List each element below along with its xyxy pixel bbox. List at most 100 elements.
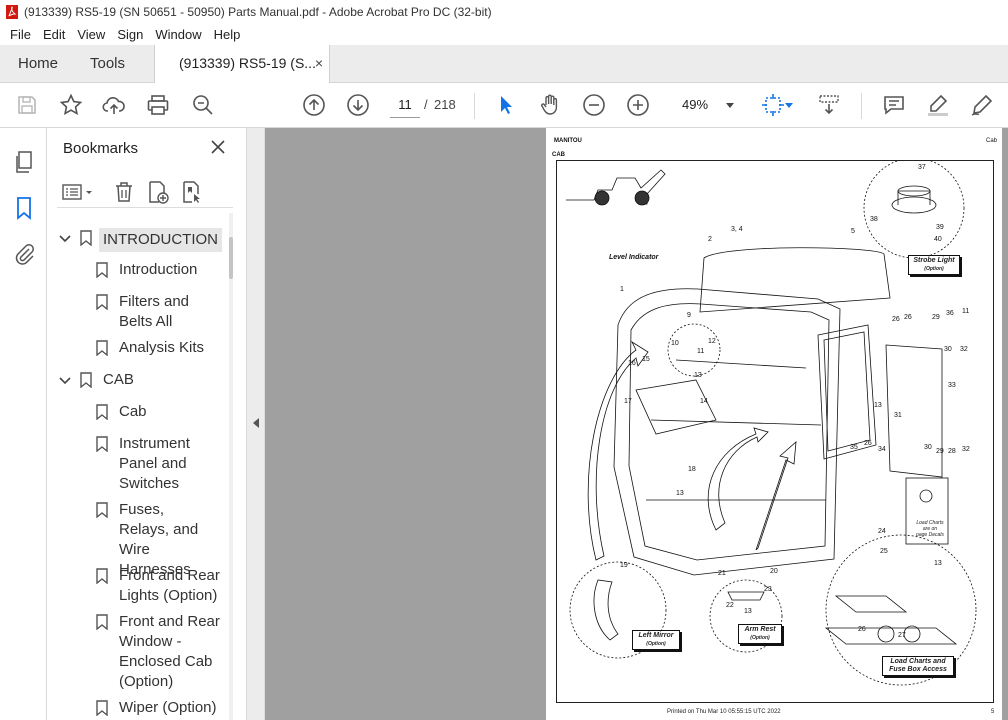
part-number: 28 [948,448,956,455]
part-number: 18 [688,466,696,473]
cab-parts-illustration [566,160,977,686]
collapse-panel-icon[interactable] [253,418,259,428]
zoom-search-icon[interactable] [190,92,216,118]
zoom-level-value: 49% [682,97,709,112]
bookmarks-scroll-thumb[interactable] [229,237,233,279]
page-thumbnails-icon[interactable] [12,150,36,174]
part-number: 26 [864,440,872,447]
upload-cloud-icon[interactable] [101,92,127,118]
menu-edit[interactable]: Edit [37,27,71,42]
part-number: 13 [934,560,942,567]
bookmark-item[interactable]: Front and Rear Window - Enclosed Cab (Op… [47,612,232,694]
menu-bar: File Edit View Sign Window Help [0,24,1008,45]
next-page-icon[interactable] [345,92,371,118]
menu-help[interactable]: Help [208,27,247,42]
bookmark-icon [96,340,108,356]
close-icon[interactable] [209,138,227,156]
highlight-pen-icon[interactable] [925,92,951,118]
bookmark-item[interactable]: Wiper (Option) [47,698,232,720]
strobe-option-label: (Option) [924,266,944,272]
part-number: 13 [744,608,752,615]
save-icon[interactable] [14,92,40,118]
bookmark-icon [80,372,92,388]
print-icon[interactable] [145,92,171,118]
bookmark-icon [96,294,108,310]
bookmark-icon [96,404,108,420]
page-section-right: Cab [986,138,998,144]
menu-window[interactable]: Window [149,27,207,42]
previous-page-icon[interactable] [301,92,327,118]
bookmark-label: Instrument Panel and Switches [119,435,190,492]
bookmarks-panel: Bookmarks INTRODUCTION Introduction Filt… [47,128,246,720]
chevron-down-icon[interactable] [59,233,71,245]
part-number: 29 [936,448,944,455]
panel-title: Bookmarks [63,140,139,157]
chevron-down-icon [726,103,734,108]
part-number: 26 [858,626,866,633]
zoom-out-icon[interactable] [581,92,607,118]
part-number: 31 [894,412,902,419]
bookmark-item[interactable]: Filters and Belts All [47,292,232,334]
delete-bookmark-icon[interactable] [112,180,136,204]
bookmarks-panel-icon[interactable] [12,196,36,220]
tab-home[interactable]: Home [18,45,58,83]
star-icon[interactable] [58,92,84,118]
page-brand: MANITOU [554,138,582,144]
part-number: 19 [620,562,628,569]
scroll-mode-icon[interactable] [816,92,842,118]
bookmark-label: Introduction [119,261,198,278]
pdf-page[interactable]: MANITOU CAB Cab Level Indicator Strobe L… [546,128,1002,720]
close-tab-icon[interactable]: × [315,45,323,82]
panel-splitter[interactable] [246,128,265,720]
select-pointer-icon[interactable] [493,92,519,118]
fit-options-caret-icon[interactable] [783,92,795,118]
bookmark-label: CAB [103,371,134,388]
part-number: 24 [878,528,886,535]
zoom-in-icon[interactable] [625,92,651,118]
bookmark-from-selection-icon[interactable] [180,180,204,204]
bookmarks-scrollbar[interactable] [229,213,233,720]
part-number: 17 [624,398,632,405]
comment-icon[interactable] [881,92,907,118]
tab-bar: Home Tools (913339) RS5-19 (S... × [0,45,1008,84]
bookmark-item[interactable]: Introduction [47,260,232,282]
bookmark-item[interactable]: Instrument Panel and Switches [47,434,232,496]
bookmark-options-icon[interactable] [61,180,95,204]
tab-tools[interactable]: Tools [90,45,125,83]
tab-document[interactable]: (913339) RS5-19 (S... × [154,45,330,84]
part-number: 29 [932,314,940,321]
bookmark-item[interactable]: Fuses, Relays, and Wire Harnesses [47,500,232,578]
sign-pen-icon[interactable] [969,92,995,118]
part-number: 35 [850,444,858,451]
bookmark-item[interactable]: CAB [47,370,232,392]
page-number-input[interactable]: 11 [390,92,420,118]
part-number: 25 [880,548,888,555]
part-number: 38 [870,216,878,223]
bookmark-item[interactable]: INTRODUCTION [47,228,232,252]
strobe-light-callout: Strobe Light (Option) [908,255,960,275]
part-number: 34 [878,446,886,453]
part-number: 16 [628,360,636,367]
acrobat-app-icon [6,5,18,19]
page-total: 218 [434,97,456,112]
menu-sign[interactable]: Sign [111,27,149,42]
bookmark-icon [80,230,92,246]
part-number: 13 [874,402,882,409]
menu-view[interactable]: View [71,27,111,42]
bookmark-icon [96,436,108,452]
bookmark-item[interactable]: Front and Rear Lights (Option) [47,566,232,608]
bookmark-item[interactable]: Cab [47,402,232,424]
bookmark-label: Front and Rear Lights (Option) [119,567,220,604]
part-number: 37 [918,164,926,171]
hand-tool-icon[interactable] [537,92,563,118]
attachments-icon[interactable] [12,242,36,266]
new-bookmark-icon[interactable] [146,180,170,204]
part-number: 30 [944,346,952,353]
load-charts-label-2: Fuse Box Access [889,666,947,673]
chevron-down-icon[interactable] [59,375,71,387]
zoom-level-select[interactable]: 49% [668,92,740,118]
part-number: 36 [946,310,954,317]
bookmark-item[interactable]: Analysis Kits [47,338,232,360]
bookmark-label: Wiper (Option) [119,699,217,716]
menu-file[interactable]: File [4,27,37,42]
